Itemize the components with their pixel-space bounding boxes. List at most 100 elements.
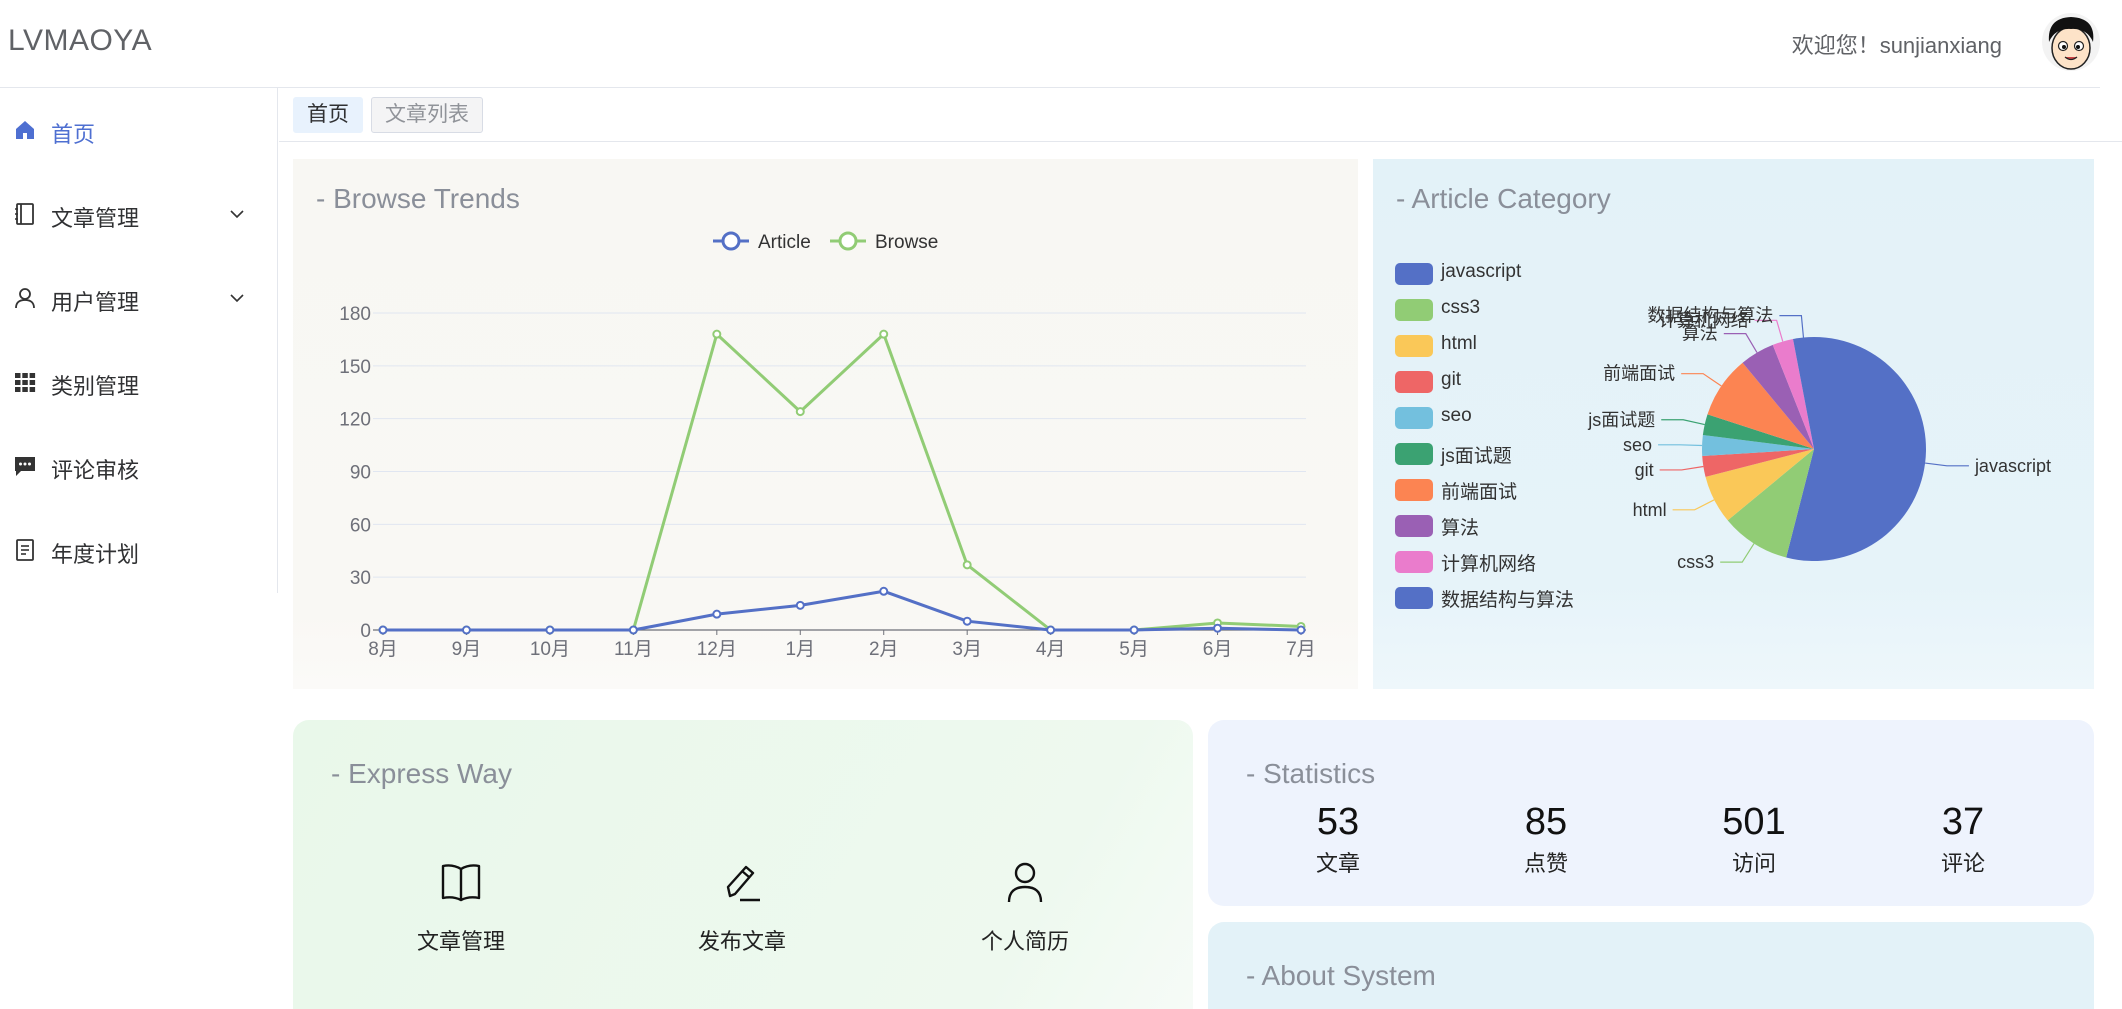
user-icon	[15, 288, 35, 309]
statistics-card: - Statistics 53 文章 85 点赞 501 访问 37 评论	[1208, 720, 2094, 906]
legend-label: Browse	[875, 232, 938, 253]
sidebar-item-label: 用户管理	[51, 290, 140, 315]
pie-label-line	[1681, 373, 1722, 387]
data-point-article	[628, 625, 638, 635]
pie-label-line	[1720, 543, 1755, 563]
series-line-article	[383, 589, 1302, 632]
x-tick-label: 1月	[785, 639, 815, 660]
data-point-browse	[962, 560, 972, 570]
data-point-article	[795, 600, 805, 610]
stat-visits: 501 访问	[1674, 800, 1834, 878]
legend-marker	[721, 231, 741, 251]
sidebar-item-label: 文章管理	[51, 206, 140, 231]
data-point-article	[461, 625, 471, 635]
pie-label-line	[1661, 419, 1705, 426]
user-avatar[interactable]	[2041, 12, 2101, 72]
express-publish-article[interactable]: 发布文章	[662, 860, 822, 956]
tabs-bar: 首页 文章列表	[279, 89, 2122, 142]
tab-home[interactable]: 首页	[293, 97, 363, 133]
legend-label: Article	[758, 232, 811, 253]
sidebar-item-comment-review[interactable]: 评论审核	[0, 424, 278, 508]
x-tick-label: 6月	[1203, 639, 1233, 660]
stat-comments: 37 评论	[1883, 800, 2043, 878]
sidebar-item-label: 评论审核	[51, 458, 140, 483]
express-personal-resume[interactable]: 个人简历	[945, 860, 1105, 956]
x-tick-label: 11月	[614, 639, 653, 660]
sidebar-item-annual-plan[interactable]: 年度计划	[0, 508, 278, 592]
stat-value: 53	[1316, 801, 1360, 843]
data-point-browse	[712, 329, 722, 339]
app-logo[interactable]: LVMAOYA	[8, 24, 152, 58]
legend-marker	[838, 231, 858, 251]
pie-label-line	[1723, 333, 1758, 353]
about-system-card: - About System	[1208, 922, 2094, 1009]
document-icon	[16, 539, 34, 561]
x-tick-label: 4月	[1036, 639, 1066, 660]
pie-label: css3	[1677, 552, 1714, 572]
x-tick-label: 12月	[697, 639, 737, 660]
express-article-management[interactable]: 文章管理	[381, 860, 541, 956]
y-tick-label: 60	[350, 515, 371, 536]
sidebar-item-label: 类别管理	[51, 374, 140, 399]
series-line-browse	[383, 332, 1302, 632]
y-tick-label: 180	[339, 304, 371, 325]
person-icon	[1007, 862, 1043, 903]
sidebar-item-home[interactable]: 首页	[0, 88, 278, 172]
y-tick-label: 30	[350, 568, 371, 589]
data-point-article	[1129, 625, 1139, 635]
express-label: 发布文章	[697, 929, 786, 954]
stat-label: 文章	[1315, 851, 1360, 876]
home-icon	[16, 121, 34, 139]
data-point-article	[879, 586, 889, 596]
data-point-article	[1296, 625, 1306, 635]
book-icon	[441, 864, 481, 902]
express-label: 个人简历	[980, 929, 1069, 954]
data-point-browse	[795, 407, 805, 417]
sidebar-item-article-management[interactable]: 文章管理	[0, 172, 278, 256]
card-title: - About System	[1246, 960, 1436, 991]
express-way-card: - Express Way 文章管理 发布文章 个人简历	[293, 720, 1193, 1009]
welcome-text: 欢迎您！sunjianxiang	[1791, 33, 2002, 58]
pie-label: javascript	[1974, 456, 2051, 476]
pie-label: 数据结构与算法	[1647, 306, 1773, 326]
data-point-browse	[879, 329, 889, 339]
grid-icon	[15, 373, 36, 392]
pie-label-line	[1672, 499, 1715, 511]
comment-icon	[15, 457, 35, 476]
data-point-article	[962, 616, 972, 626]
stat-label: 访问	[1731, 851, 1776, 876]
pie-label-line	[1925, 462, 1969, 467]
pie-label: git	[1635, 460, 1654, 480]
pie-label: 前端面试	[1603, 364, 1675, 384]
pen-icon	[726, 865, 760, 902]
data-point-article	[545, 625, 555, 635]
sidebar-item-user-management[interactable]: 用户管理	[0, 256, 278, 340]
x-tick-label: 7月	[1286, 639, 1316, 660]
y-tick-label: 90	[350, 463, 371, 484]
y-tick-label: 120	[339, 410, 371, 431]
pie-label: seo	[1623, 435, 1652, 455]
x-tick-label: 3月	[952, 639, 982, 660]
sidebar-item-category-management[interactable]: 类别管理	[0, 340, 278, 424]
express-label: 文章管理	[416, 929, 505, 954]
x-tick-label: 5月	[1119, 639, 1149, 660]
pie-label-line	[1658, 444, 1703, 447]
data-point-article	[1046, 625, 1056, 635]
sidebar-item-label: 首页	[51, 122, 96, 147]
pie-label: js面试题	[1587, 410, 1655, 430]
stat-likes: 85 点赞	[1466, 800, 1626, 878]
stat-value: 501	[1722, 801, 1786, 843]
article-category-card: - Article Category javascript css3 html git…	[1373, 159, 2094, 689]
card-title: - Statistics	[1246, 758, 1376, 789]
sidebar-item-label: 年度计划	[51, 542, 140, 567]
stat-label: 评论	[1940, 851, 1985, 876]
browse-trends-chart: 03060901201501808月 9月 10月 11月 12月 1月 2月 3月 4月 5月 6…	[339, 231, 1316, 660]
pie-label: html	[1633, 500, 1667, 520]
card-title: - Express Way	[331, 758, 512, 789]
stat-value: 85	[1524, 801, 1568, 843]
notebook-icon	[15, 203, 34, 225]
tab-article-list[interactable]: 文章列表	[371, 97, 483, 133]
pie-label-line	[1779, 314, 1805, 338]
sidebar: 首页 文章管理 用户管理 类别管理 评论审核 年度计划	[0, 88, 278, 593]
browse-trends-card: - Browse Trends 0 30 60 90 120 150 180 8月 9月 10月 1…	[293, 159, 1358, 689]
